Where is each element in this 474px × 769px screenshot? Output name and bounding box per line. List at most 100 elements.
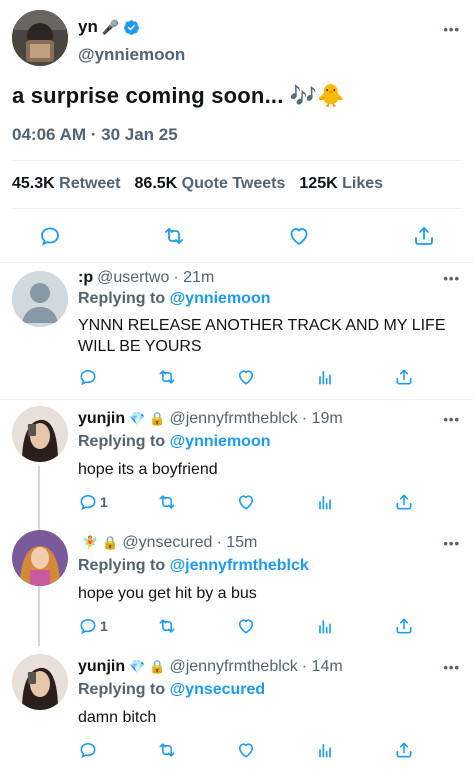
- mention-link[interactable]: @jennyfrmtheblck: [170, 557, 309, 574]
- like-button[interactable]: [236, 740, 256, 760]
- reply-author-handle: @usertwo: [97, 269, 170, 286]
- retweet-label: Retweet: [59, 175, 121, 192]
- divider: [12, 160, 462, 161]
- retweet-button[interactable]: [157, 740, 177, 760]
- share-button[interactable]: [394, 367, 414, 387]
- reply-count: 1: [100, 618, 108, 634]
- reply-tweet[interactable]: :p @usertwo · 21m ••• Replying to @ynnie…: [0, 263, 474, 399]
- lock-icon: 🔒: [102, 535, 119, 550]
- replying-to: Replying to @jennyfrmtheblck: [78, 557, 309, 575]
- author-name[interactable]: yn 🎤: [78, 17, 140, 37]
- replying-to: Replying to @ynsecured: [78, 681, 265, 699]
- reply-time: · 19m: [301, 410, 343, 427]
- mention-link[interactable]: @ynniemoon: [170, 290, 271, 307]
- retweet-icon: [159, 619, 175, 633]
- heart-icon: [290, 228, 308, 245]
- share-button[interactable]: [394, 492, 414, 512]
- analytics-button[interactable]: [315, 616, 335, 636]
- like-button[interactable]: [287, 224, 311, 248]
- reply-button[interactable]: [78, 367, 98, 387]
- avatar[interactable]: [12, 406, 68, 462]
- reply-author-name: yunjin: [78, 410, 126, 427]
- analytics-button[interactable]: [315, 492, 335, 512]
- reply-author-handle: @jennyfrmtheblck: [169, 658, 298, 675]
- replying-to: Replying to @ynniemoon: [78, 433, 271, 451]
- avatar-photo-icon: [12, 654, 68, 710]
- reply-text: hope its a boyfriend: [78, 461, 218, 478]
- reply-time: · 15m: [216, 534, 258, 551]
- more-options-icon[interactable]: •••: [443, 22, 460, 37]
- tweet-text: a surprise coming soon... 🎶🐥: [12, 83, 346, 108]
- share-icon: [396, 369, 412, 385]
- reply-icon: [80, 494, 96, 511]
- share-button[interactable]: [394, 616, 414, 636]
- analytics-button[interactable]: [315, 367, 335, 387]
- default-avatar-icon: [12, 271, 68, 327]
- reply-count: 1: [100, 494, 108, 510]
- analytics-icon: [319, 496, 331, 510]
- avatar[interactable]: [12, 10, 68, 66]
- like-button[interactable]: [236, 367, 256, 387]
- share-icon: [396, 618, 412, 634]
- reply-author[interactable]: :p @usertwo · 21m: [78, 269, 214, 287]
- tweet-timestamp[interactable]: 04:06 AM · 30 Jan 25: [12, 125, 178, 145]
- fairy-icon: 🧚: [82, 535, 99, 550]
- gem-icon: 💎: [129, 659, 146, 674]
- replying-prefix: Replying to: [78, 681, 166, 698]
- retweet-button[interactable]: [157, 492, 177, 512]
- retweet-count: 45.3K: [12, 175, 55, 192]
- author-handle[interactable]: @ynniemoon: [78, 45, 185, 65]
- reply-author[interactable]: yunjin 💎 🔒 @jennyfrmtheblck · 14m: [78, 658, 343, 676]
- retweet-button[interactable]: [157, 367, 177, 387]
- avatar[interactable]: [12, 271, 68, 327]
- more-options-icon[interactable]: •••: [443, 660, 460, 675]
- retweet-icon: [159, 370, 175, 384]
- avatar[interactable]: [12, 654, 68, 710]
- reply-button[interactable]: [78, 740, 98, 760]
- retweet-button[interactable]: [162, 224, 186, 248]
- reply-time: · 14m: [301, 658, 343, 675]
- main-tweet: yn 🎤 @ynniemoon ••• a surprise coming so…: [0, 0, 474, 263]
- verified-badge-icon: [124, 19, 140, 35]
- like-button[interactable]: [236, 616, 256, 636]
- reply-text: hope you get hit by a bus: [78, 585, 257, 602]
- reply-author-handle: @ynsecured: [122, 534, 213, 551]
- tweet-stats: 45.3K Retweet 86.5K Quote Tweets 125K Li…: [12, 175, 383, 193]
- reply-tweet[interactable]: 🧚 🔒 @ynsecured · 15m ••• Replying to @je…: [0, 524, 474, 648]
- replying-prefix: Replying to: [78, 290, 166, 307]
- likes-count: 125K: [299, 175, 338, 192]
- reply-tweet[interactable]: yunjin 💎 🔒 @jennyfrmtheblck · 19m ••• Re…: [0, 400, 474, 524]
- more-options-icon[interactable]: •••: [443, 412, 460, 427]
- replying-prefix: Replying to: [78, 433, 166, 450]
- share-icon: [396, 494, 412, 510]
- share-button[interactable]: [412, 224, 436, 248]
- reply-button[interactable]: [78, 492, 98, 512]
- share-button[interactable]: [394, 740, 414, 760]
- reply-author[interactable]: 🧚 🔒 @ynsecured · 15m: [78, 534, 257, 552]
- avatar-photo-icon: [12, 10, 68, 66]
- like-button[interactable]: [236, 492, 256, 512]
- reply-button[interactable]: [78, 616, 98, 636]
- quote-tweets-stat[interactable]: 86.5K Quote Tweets: [135, 175, 286, 193]
- avatar[interactable]: [12, 530, 68, 586]
- more-options-icon[interactable]: •••: [443, 271, 460, 286]
- replying-to: Replying to @ynniemoon: [78, 290, 271, 308]
- author-name-text: yn: [78, 17, 98, 36]
- retweet-icon: [159, 495, 175, 509]
- reply-button[interactable]: [38, 224, 62, 248]
- reply-author[interactable]: yunjin 💎 🔒 @jennyfrmtheblck · 19m: [78, 410, 343, 428]
- more-options-icon[interactable]: •••: [443, 536, 460, 551]
- reply-tweet[interactable]: yunjin 💎 🔒 @jennyfrmtheblck · 14m ••• Re…: [0, 648, 474, 769]
- retweet-icon: [159, 743, 175, 757]
- analytics-button[interactable]: [315, 740, 335, 760]
- reply-icon: [80, 618, 96, 635]
- mention-link[interactable]: @ynniemoon: [170, 433, 271, 450]
- reply-author-name: yunjin: [78, 658, 126, 675]
- likes-stat[interactable]: 125K Likes: [299, 175, 383, 193]
- retweet-stat[interactable]: 45.3K Retweet: [12, 175, 121, 193]
- share-icon: [415, 227, 433, 245]
- heart-icon: [238, 370, 254, 385]
- retweet-button[interactable]: [157, 616, 177, 636]
- divider: [12, 208, 462, 209]
- mention-link[interactable]: @ynsecured: [170, 681, 266, 698]
